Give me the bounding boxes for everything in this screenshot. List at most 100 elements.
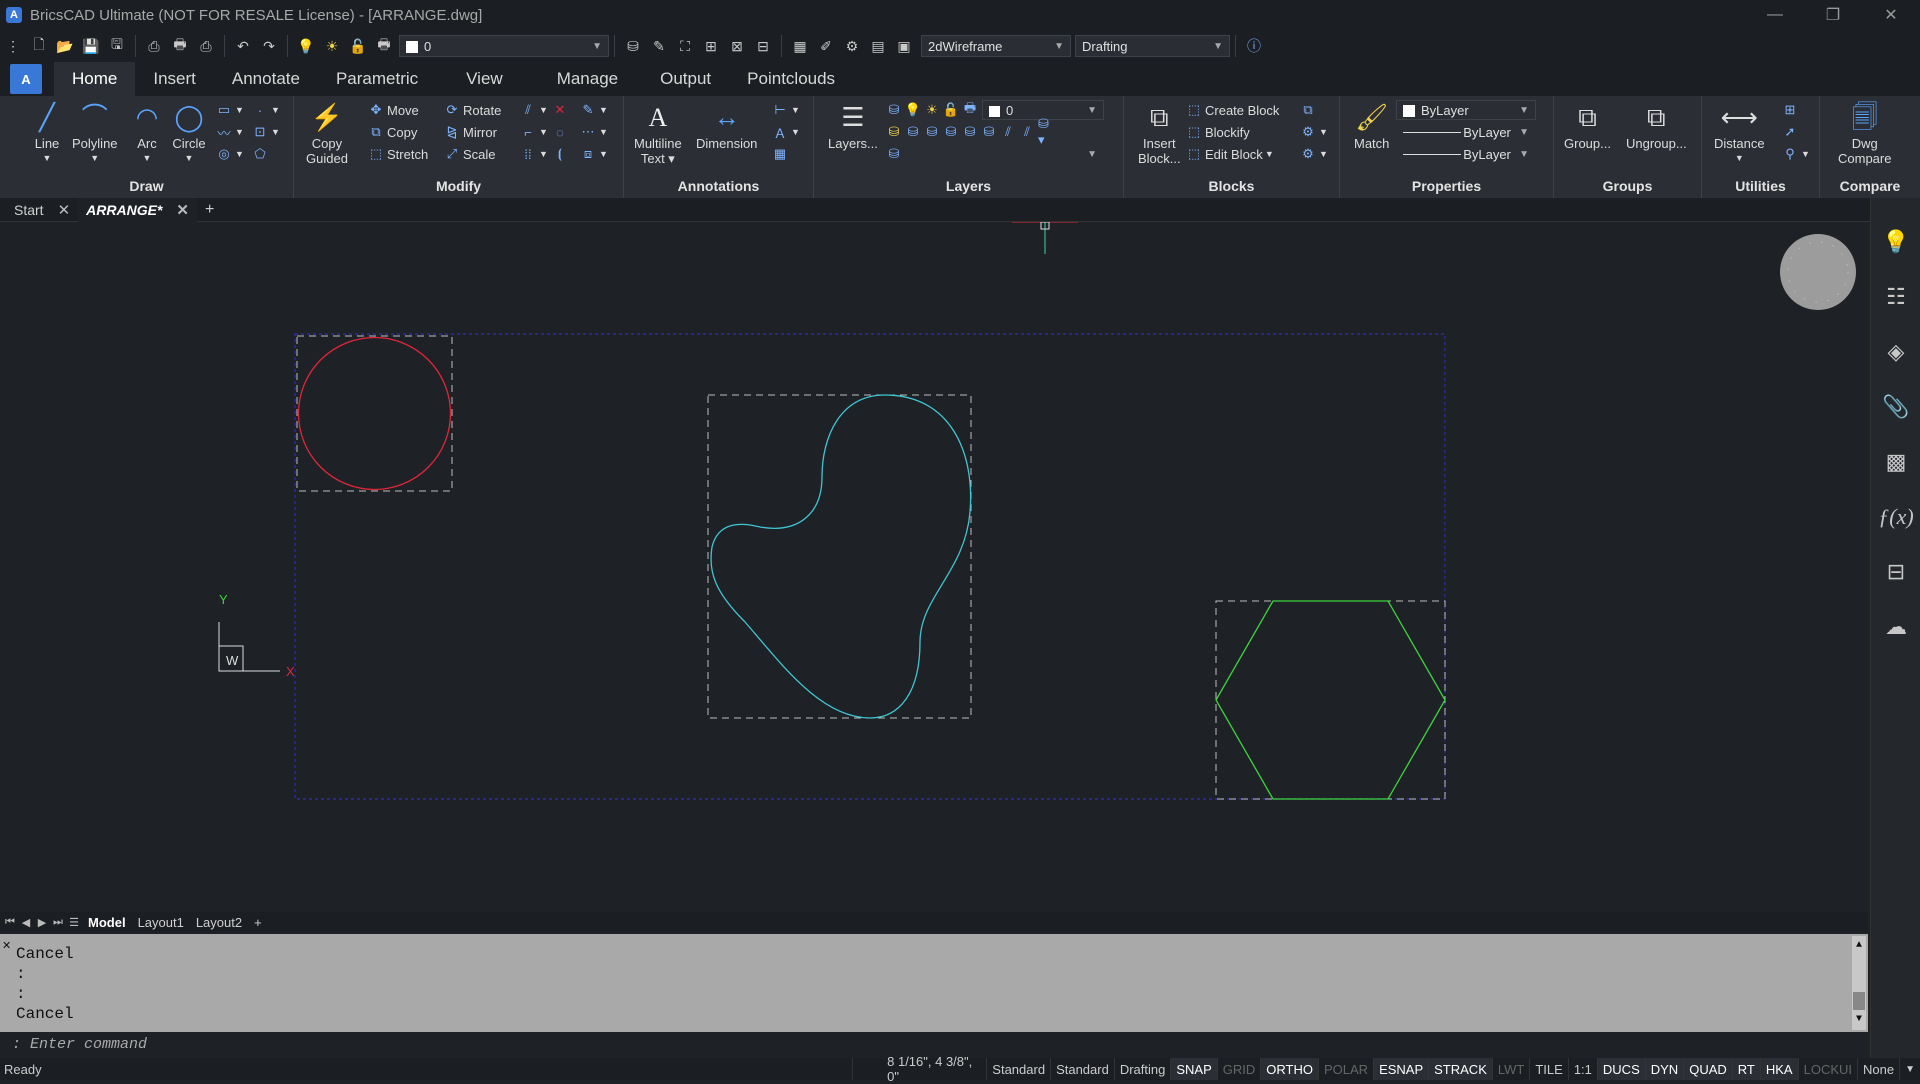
status-toggle-tile[interactable]: TILE <box>1529 1058 1567 1080</box>
tab-insert[interactable]: Insert <box>135 62 214 96</box>
arc-button[interactable]: ◠ Arc ▼ <box>130 100 164 166</box>
undo-icon[interactable]: ↶ <box>230 34 256 58</box>
region-button[interactable]: ⬠ <box>252 144 271 164</box>
status-toggle-hka[interactable]: HKA <box>1759 1058 1798 1080</box>
status-toggle-snap[interactable]: SNAP <box>1170 1058 1217 1080</box>
last-layout-icon[interactable]: ⏭ <box>50 916 66 929</box>
scroll-down-icon[interactable]: ▼ <box>1852 1010 1866 1030</box>
offset-button[interactable]: ⫽ ▼ <box>520 100 548 120</box>
layer-walk-icon[interactable]: ⫽ <box>1019 124 1035 140</box>
circle-button[interactable]: ◯ Circle ▼ <box>172 100 206 166</box>
eraser-icon[interactable]: ✐ <box>813 34 839 58</box>
status-toggle-quad[interactable]: QUAD <box>1683 1058 1732 1080</box>
tab-start[interactable]: Start ✕ <box>6 198 78 222</box>
cloud-upload-icon[interactable]: ☁ <box>1871 599 1920 654</box>
structure-tree-icon[interactable]: ⊟ <box>1871 544 1920 599</box>
hatch-button[interactable]: ◎ ▼ <box>216 144 244 164</box>
trim-button[interactable]: ◌ <box>552 122 571 142</box>
status-toggle-esnap[interactable]: ESNAP <box>1373 1058 1429 1080</box>
select-icon[interactable]: ⛶ <box>672 34 698 58</box>
settings-icon[interactable]: ⚙ <box>839 34 865 58</box>
copy-guided-button[interactable]: ⚡ Copy Guided <box>306 100 348 167</box>
status-menu-icon[interactable]: ▼ <box>1899 1058 1920 1080</box>
layer-unisolate-icon[interactable]: ⛁ <box>924 124 940 140</box>
tab-annotate[interactable]: Annotate <box>214 62 318 96</box>
measure-button[interactable]: ⊞ <box>1782 100 1801 120</box>
delete-button[interactable]: ✕ <box>552 100 571 120</box>
explode-icon[interactable]: ⊠ <box>724 34 750 58</box>
join-button[interactable]: ⋯ ▼ <box>580 122 608 142</box>
lineweight-dropdown[interactable]: ByLayer ▼ <box>1396 144 1536 164</box>
layer-filter-dropdown[interactable]: ▼ <box>906 144 1104 164</box>
layout-tab-layout2[interactable]: Layout2 <box>190 915 248 930</box>
ungroup-button[interactable]: ⧉ Ungroup... <box>1626 100 1687 152</box>
status-toggle-rt[interactable]: RT <box>1731 1058 1760 1080</box>
array-button[interactable]: ⁞⁞ ▼ <box>520 144 548 164</box>
layer-dropdown[interactable]: 0 ▼ <box>399 35 609 57</box>
dwg-compare-button[interactable]: 🗐 Dwg Compare <box>1838 100 1891 167</box>
plot-icon[interactable]: ⎙ <box>193 34 219 58</box>
status-toggle-lwt[interactable]: LWT <box>1491 1058 1529 1080</box>
status-toggle-dyn[interactable]: DYN <box>1644 1058 1684 1080</box>
status-toggle-lockui[interactable]: LOCKUI <box>1797 1058 1857 1080</box>
copy-button[interactable]: ⧉ Copy <box>368 122 417 142</box>
tab-output[interactable]: Output <box>642 62 729 96</box>
status-toggle-polar[interactable]: POLAR <box>1317 1058 1373 1080</box>
scroll-up-icon[interactable]: ▲ <box>1852 936 1866 956</box>
tab-parametric[interactable]: Parametric <box>318 62 436 96</box>
history-close-icon[interactable]: ✕ <box>2 936 11 956</box>
close-tab-icon[interactable]: ✕ <box>176 201 189 219</box>
insert-block-button[interactable]: ⧉ Insert Block... <box>1138 100 1181 167</box>
point-button[interactable]: · ▼ <box>252 100 280 120</box>
status-toggle-grid[interactable]: GRID <box>1216 1058 1261 1080</box>
select-similar-button[interactable]: ➚ <box>1782 122 1801 142</box>
layer-current-icon[interactable]: ⛁ <box>886 124 902 140</box>
status-toggle-1-1[interactable]: 1:1 <box>1567 1058 1597 1080</box>
explode-button[interactable]: ⧈ ▼ <box>580 144 608 164</box>
attachments-paperclip-icon[interactable]: 📎 <box>1871 379 1920 434</box>
redo-icon[interactable]: ↷ <box>256 34 282 58</box>
layer-tool-icon[interactable]: ✎ <box>646 34 672 58</box>
status-toggle-drafting[interactable]: Drafting <box>1113 1058 1171 1080</box>
match-properties-button[interactable]: 🖌 Match <box>1354 100 1389 152</box>
color-dropdown[interactable]: ByLayer ▼ <box>1396 100 1536 120</box>
tab-pointclouds[interactable]: Pointclouds <box>729 62 853 96</box>
grip-icon[interactable]: ⊞ <box>698 34 724 58</box>
first-layout-icon[interactable]: ⏮ <box>2 916 18 929</box>
viewport-icon[interactable]: ▣ <box>891 34 917 58</box>
minimize-icon[interactable]: — <box>1746 0 1804 30</box>
tab-manage[interactable]: Manage <box>533 62 642 96</box>
scale-button[interactable]: ⤢ Scale <box>444 144 496 164</box>
layout-list-icon[interactable]: ☰ <box>66 916 82 929</box>
status-toggle-strack[interactable]: STRACK <box>1428 1058 1492 1080</box>
move-button[interactable]: ✥ Move <box>368 100 419 120</box>
status-toggle-ducs[interactable]: DUCS <box>1596 1058 1645 1080</box>
layer-extra-button[interactable]: ⛁ <box>886 144 905 164</box>
line-button[interactable]: ╱ Line ▼ <box>30 100 64 166</box>
boundary-button[interactable]: ⊡ ▼ <box>252 122 280 142</box>
rectangle-button[interactable]: ▭ ▼ <box>216 100 244 120</box>
layer-freeze-tool-icon[interactable]: ⛁ <box>943 124 959 140</box>
parameters-fx-icon[interactable]: ƒ(x) <box>1871 489 1920 544</box>
edit-block-button[interactable]: ⬚ Edit Block ▼ <box>1186 144 1274 164</box>
layers-button[interactable]: ☰ Layers... <box>828 100 878 152</box>
document-icon[interactable]: ▤ <box>865 34 891 58</box>
dimension-button[interactable]: ↔ Dimension <box>696 100 757 152</box>
save-icon[interactable]: 💾 <box>78 34 104 58</box>
blockify-button[interactable]: ⬚ Blockify <box>1186 122 1250 142</box>
spline-button[interactable]: 〰 ▼ <box>216 122 243 142</box>
properties-sliders-icon[interactable]: ☷ <box>1871 269 1920 324</box>
text-style-button[interactable]: Ａ ▼ <box>772 122 799 142</box>
print-icon[interactable]: 🖶 <box>167 34 193 58</box>
status-toggle-standard[interactable]: Standard <box>1050 1058 1114 1080</box>
layer-match-icon[interactable]: ⛁ <box>620 34 646 58</box>
create-block-button[interactable]: ⬚ Create Block <box>1186 100 1280 120</box>
mirror-button[interactable]: ⧎ Mirror <box>444 122 497 142</box>
layout-tab-model[interactable]: Model <box>82 915 132 930</box>
layer-isolate-icon[interactable]: ⛁ <box>905 124 921 140</box>
application-menu-button[interactable]: A <box>10 64 42 94</box>
status-toggle-ortho[interactable]: ORTHO <box>1260 1058 1318 1080</box>
save-as-icon[interactable]: 🖫 <box>104 34 130 58</box>
menu-handle-icon[interactable]: ⋮ <box>0 34 26 58</box>
table-button[interactable]: ▦ <box>772 144 791 164</box>
